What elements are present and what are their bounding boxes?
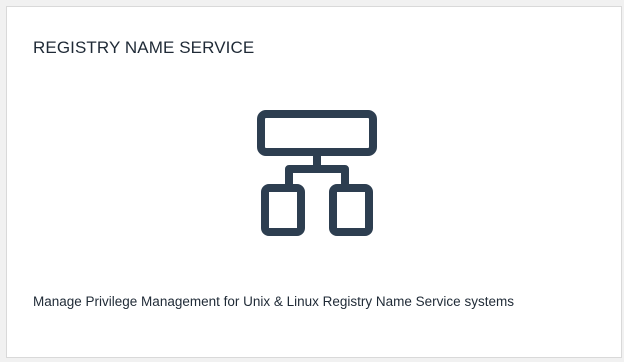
registry-name-service-card[interactable]: REGISTRY NAME SERVICE Manage Privilege M…	[6, 6, 622, 358]
hierarchy-network-icon	[253, 108, 381, 238]
card-title: REGISTRY NAME SERVICE	[33, 38, 255, 57]
card-description: Manage Privilege Management for Unix & L…	[33, 294, 514, 309]
